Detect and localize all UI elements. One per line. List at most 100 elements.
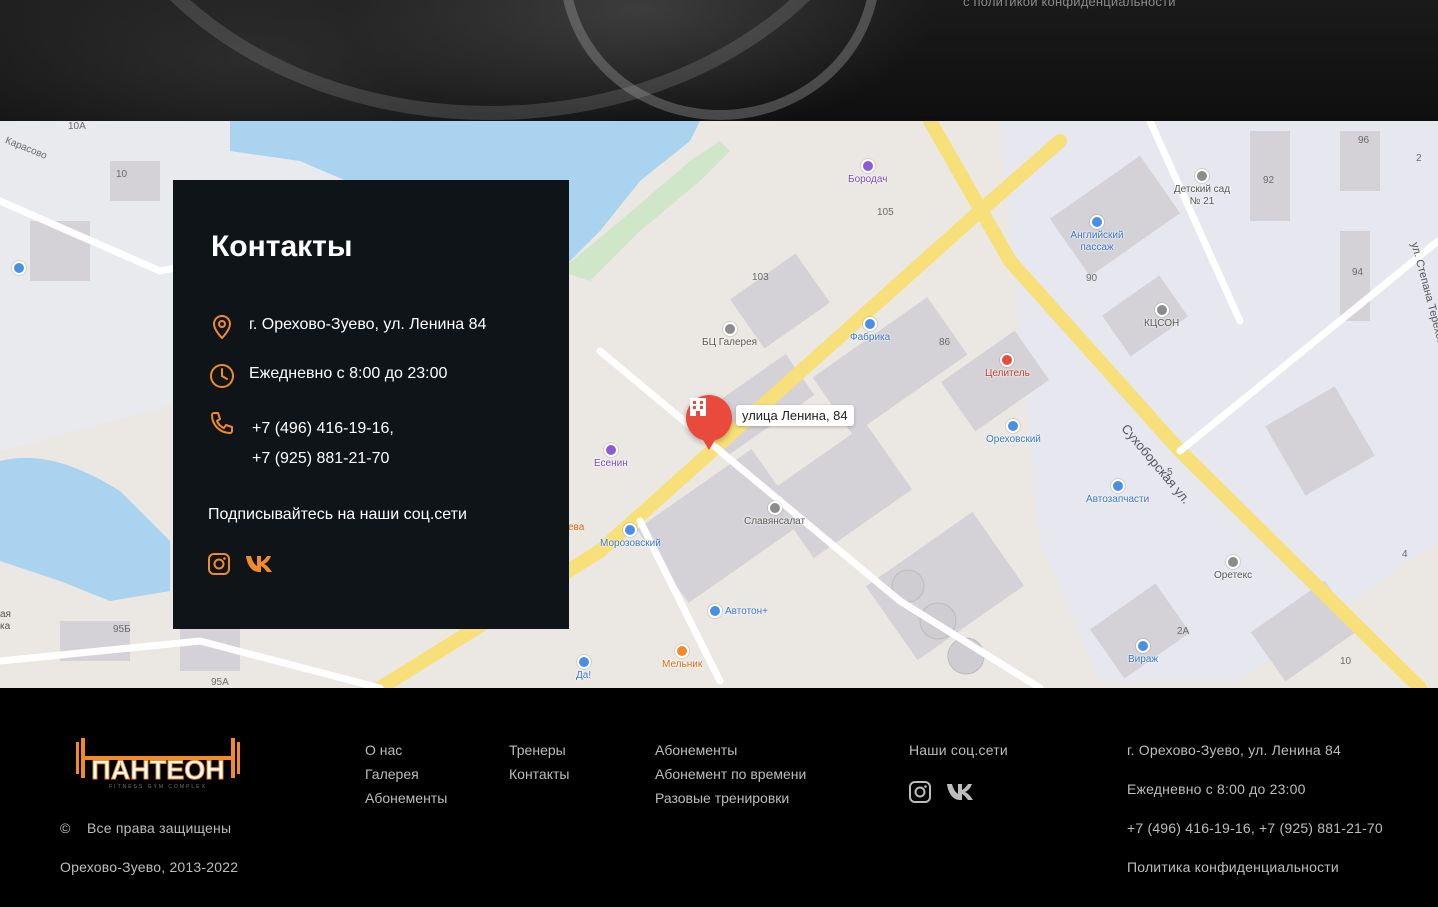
social-links	[207, 552, 277, 576]
car-icon	[12, 261, 26, 275]
map-poi[interactable]: Бородач	[848, 159, 887, 185]
map-poi[interactable]: Ореховский	[986, 419, 1041, 445]
map-label: 10А	[68, 121, 86, 132]
map-label: 10	[116, 169, 128, 180]
instagram-icon[interactable]	[908, 780, 932, 804]
footer-link-memberships[interactable]: Абонементы	[365, 790, 447, 806]
map-poi[interactable]: КЦСОН	[1144, 303, 1179, 329]
map-label: 90	[1086, 273, 1098, 284]
map-poi[interactable]: Оретекс	[1214, 555, 1252, 581]
footer-address: г. Орехово-Зуево, ул. Ленина 84	[1127, 742, 1341, 758]
building-icon	[690, 398, 706, 416]
logo-subtitle: FITNESS GYM COMPLEX	[109, 784, 207, 790]
contacts-card: Контакты г. Орехово-Зуево, ул. Ленина 84…	[173, 180, 569, 629]
footer-privacy-link[interactable]: Политика конфиденциальности	[1127, 859, 1339, 875]
map-label: ая ка	[0, 609, 11, 632]
car-icon	[1110, 479, 1125, 493]
location-marker-label: улица Ленина, 84	[736, 405, 854, 426]
map-poi[interactable]: Английский пассаж	[1062, 215, 1132, 254]
footer-nav-col-3: Абонементы Абонемент по времени Разовые …	[655, 742, 806, 806]
map-label: 86	[939, 337, 951, 348]
footer-social-title: Наши соц.сети	[909, 742, 1008, 758]
office-icon	[722, 322, 737, 336]
footer: ПАНТЕОН FITNESS GYM COMPLEX © Все права …	[0, 688, 1438, 907]
map-label: 2	[1416, 153, 1422, 164]
contacts-hours-text: Ежедневно с 8:00 до 23:00	[249, 365, 448, 382]
map-label: ева	[568, 522, 585, 533]
map-label: 105	[877, 207, 894, 218]
map-label: 92	[1263, 175, 1275, 186]
map-poi[interactable]: БЦ Галерея	[702, 322, 757, 348]
footer-link-memberships-2[interactable]: Абонементы	[655, 742, 806, 758]
footer-link-contacts[interactable]: Контакты	[509, 766, 569, 782]
vk-icon[interactable]	[245, 554, 277, 574]
map-poi[interactable]: Целитель	[985, 353, 1030, 379]
map-label: 2А	[1177, 626, 1190, 637]
footer-social-links	[908, 780, 978, 804]
school-icon	[1195, 169, 1209, 183]
logo-text: ПАНТЕОН	[91, 755, 224, 785]
contacts-phones: +7 (496) 416-19-16, +7 (925) 881-21-70	[209, 410, 394, 469]
building-icon	[1226, 555, 1241, 569]
footer-link-about[interactable]: О нас	[365, 742, 447, 758]
contacts-title: Контакты	[211, 230, 353, 263]
footer-phones[interactable]: +7 (496) 416-19-16, +7 (925) 881-21-70	[1127, 820, 1383, 836]
map-label: 4	[1402, 549, 1408, 560]
instagram-icon[interactable]	[207, 552, 231, 576]
shopping-bag-icon	[863, 317, 878, 331]
phone-link[interactable]: +7 (925) 881-21-70	[252, 449, 394, 469]
footer-link-trainers[interactable]: Тренеры	[509, 742, 569, 758]
car-icon	[708, 604, 722, 618]
shopping-bag-icon	[1006, 419, 1021, 433]
map-label: 103	[752, 272, 769, 283]
footer-nav-col-1: О нас Галерея Абонементы	[365, 742, 447, 806]
footer-nav-col-2: Тренеры Контакты	[509, 742, 569, 782]
contacts-address-text: г. Орехово-Зуево, ул. Ленина 84	[249, 316, 487, 333]
map-poi[interactable]: Да!	[576, 655, 591, 681]
location-pin-icon	[212, 314, 232, 340]
map-label: 94	[1352, 267, 1364, 278]
map-label: 96	[1358, 135, 1370, 146]
map-poi[interactable]: Вираж	[1128, 639, 1158, 665]
contacts-hours: Ежедневно с 8:00 до 23:00	[209, 363, 447, 389]
map-poi[interactable]: Славянсалат	[744, 501, 805, 527]
map-poi[interactable]: Мельник	[662, 644, 702, 670]
map-poi[interactable]: Фабрика	[850, 317, 890, 343]
footer-hours: Ежедневно с 8:00 до 23:00	[1127, 781, 1306, 797]
shopping-bag-icon	[1090, 215, 1104, 229]
shopping-bag-icon	[623, 523, 638, 537]
food-icon	[675, 644, 690, 658]
location-marker[interactable]	[686, 395, 732, 450]
footer-link-single-workouts[interactable]: Разовые тренировки	[655, 790, 806, 806]
privacy-policy-link[interactable]: с политикой конфиденциальности	[963, 0, 1176, 9]
map-label: 95А	[211, 677, 229, 688]
copyright-text: Все права защищены	[87, 820, 232, 836]
map-label: 95Б	[113, 624, 131, 635]
phone-icon	[211, 412, 233, 434]
factory-icon	[767, 501, 782, 515]
footer-link-gallery[interactable]: Галерея	[365, 766, 447, 782]
footer-city-years: Орехово-Зуево, 2013-2022	[60, 859, 239, 875]
hero-background: с политикой конфиденциальности	[0, 0, 1438, 121]
vk-icon[interactable]	[946, 782, 978, 802]
car-icon	[1136, 639, 1151, 653]
map-poi[interactable]: Автотон+	[708, 604, 768, 618]
social-title: Подписывайтесь на наши соц.сети	[208, 506, 467, 523]
contacts-address: г. Орехово-Зуево, ул. Ленина 84	[209, 314, 486, 340]
clock-icon	[210, 364, 234, 388]
building-icon	[1154, 303, 1169, 317]
map-poi[interactable]: Есенин	[594, 443, 628, 469]
copyright-icon: ©	[60, 820, 71, 836]
hotel-icon	[603, 443, 618, 457]
logo[interactable]: ПАНТЕОН FITNESS GYM COMPLEX	[74, 738, 242, 790]
map-label: 10	[1340, 656, 1352, 667]
map-poi[interactable]: Морозовский	[600, 523, 661, 549]
scissors-icon	[860, 159, 875, 173]
cart-icon	[576, 655, 591, 669]
map-poi[interactable]: Автозапчасти	[1086, 479, 1149, 505]
footer-link-time-membership[interactable]: Абонемент по времени	[655, 766, 806, 782]
map-poi[interactable]: Детский сад № 21	[1172, 169, 1232, 208]
map-poi[interactable]	[12, 261, 26, 276]
tooth-icon	[1000, 353, 1015, 367]
phone-link[interactable]: +7 (496) 416-19-16,	[252, 419, 394, 439]
